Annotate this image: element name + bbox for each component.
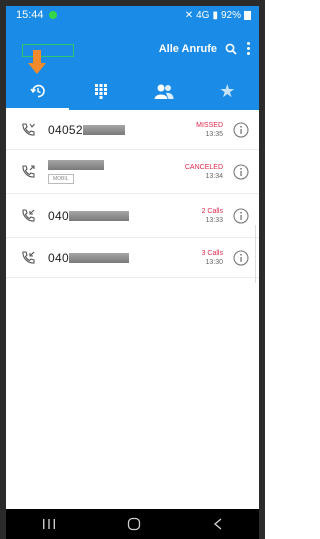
call-time: 13:33 (205, 216, 223, 224)
dialpad-icon (94, 84, 107, 99)
clock: 15:44 (16, 9, 44, 21)
mute-icon: ✕ (184, 9, 194, 21)
back-icon[interactable] (213, 518, 223, 530)
tab-contacts[interactable] (133, 76, 196, 106)
incoming-call-icon (22, 250, 35, 264)
search-icon[interactable] (225, 43, 237, 55)
call-row[interactable]: 040 3 Calls 13:30 (6, 238, 259, 278)
missed-call-icon (22, 122, 35, 136)
call-row[interactable]: MOBIL CANCELED 13:34 (6, 150, 259, 194)
tab-dialpad[interactable] (69, 76, 132, 106)
app-bar: Alle Anrufe ★ (6, 24, 259, 110)
call-status: CANCELED (184, 163, 223, 171)
call-time: 13:30 (205, 258, 223, 266)
call-status: MISSED (196, 121, 223, 129)
info-icon[interactable] (233, 121, 249, 138)
tab-recents[interactable] (6, 76, 70, 110)
scroll-edge (255, 225, 259, 283)
status-dot-icon (48, 11, 57, 19)
more-options-icon[interactable] (245, 42, 251, 55)
call-row[interactable]: 04052 MISSED 13:35 (6, 110, 259, 150)
home-icon[interactable] (127, 517, 141, 531)
signal-icon: ▮ (212, 9, 218, 21)
redacted-number (68, 252, 129, 263)
network-type: 4G (196, 9, 210, 21)
tab-favorites[interactable]: ★ (196, 76, 259, 106)
call-status: 3 Calls (201, 249, 223, 257)
caller-number: 040 (48, 208, 69, 223)
call-status: 2 Calls (201, 207, 223, 215)
info-icon[interactable] (233, 249, 249, 266)
tab-bar: ★ (6, 76, 259, 110)
redacted-number (68, 210, 129, 221)
caller-number: 04052 (48, 122, 83, 137)
battery-level: 92% (220, 9, 241, 21)
call-time: 13:35 (205, 130, 223, 138)
call-list: 04052 MISSED 13:35 MOBIL CANCELED 13:34 (6, 110, 259, 278)
redacted-number (48, 159, 104, 170)
redacted-number (82, 124, 125, 135)
incoming-call-icon (22, 208, 35, 222)
filter-title[interactable]: Alle Anrufe (159, 43, 217, 55)
contacts-icon (154, 84, 174, 99)
caller-number: 040 (48, 250, 69, 265)
annotation-arrow-icon (28, 50, 46, 74)
call-row[interactable]: 040 2 Calls 13:33 (6, 194, 259, 238)
history-icon (30, 84, 45, 98)
system-nav-bar (6, 509, 259, 539)
status-bar: 15:44 ✕ 4G ▮ 92% (6, 6, 259, 24)
info-icon[interactable] (233, 163, 249, 180)
info-icon[interactable] (233, 207, 249, 224)
battery-icon (244, 10, 251, 20)
call-time: 13:34 (205, 172, 223, 180)
outgoing-call-icon (22, 164, 35, 178)
recent-apps-icon[interactable] (42, 518, 56, 530)
number-type-badge: MOBIL (48, 173, 74, 184)
star-icon: ★ (219, 80, 236, 101)
